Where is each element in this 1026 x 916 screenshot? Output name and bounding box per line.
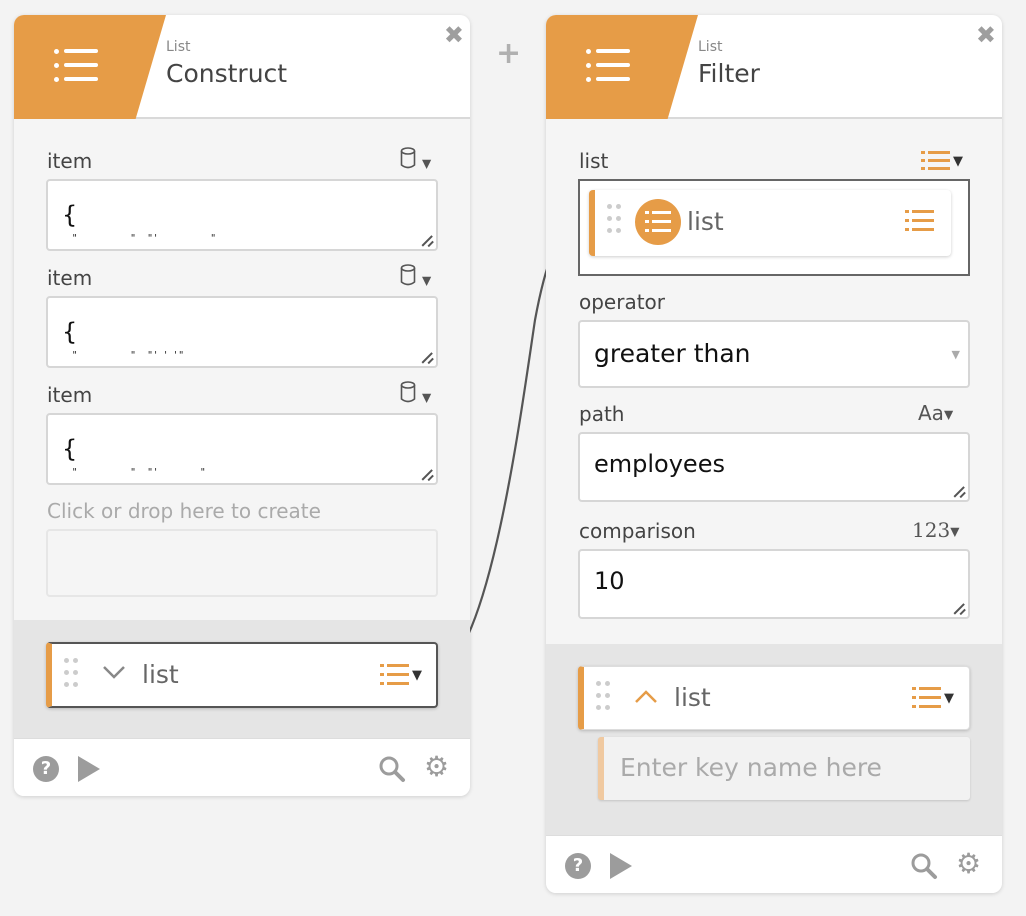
play-icon[interactable] [78, 756, 100, 782]
database-icon[interactable]: ▼ [400, 264, 431, 291]
plus-icon[interactable]: + [496, 36, 521, 71]
search-icon[interactable] [378, 755, 406, 783]
resize-handle[interactable] [421, 351, 433, 363]
item-field[interactable]: { " " "' " [46, 179, 438, 251]
resize-handle[interactable] [421, 234, 433, 246]
chevron-down-icon[interactable]: ▼ [944, 691, 954, 706]
list-input-slot[interactable]: list [578, 179, 970, 276]
chevron-up-icon[interactable] [634, 689, 658, 705]
card-category: List [698, 39, 723, 55]
drag-handle-icon[interactable] [64, 658, 80, 692]
output-pill[interactable]: list ▼ [578, 666, 970, 730]
database-icon[interactable]: ▼ [400, 147, 431, 174]
drop-hint: Click or drop here to create [47, 499, 321, 523]
card-header: List Filter ✖ [546, 15, 1002, 119]
construct-card: List Construct ✖ item ▼ { " " "' " item … [14, 15, 470, 796]
resize-handle[interactable] [953, 602, 965, 614]
search-icon[interactable] [910, 852, 938, 880]
resize-handle[interactable] [953, 485, 965, 497]
output-label: list [674, 683, 711, 712]
list-icon [584, 47, 632, 85]
help-icon[interactable]: ? [565, 853, 591, 879]
chevron-down-icon[interactable]: ▼ [412, 668, 422, 683]
card-title: Filter [698, 59, 760, 88]
item-label: item [47, 383, 93, 407]
database-icon[interactable]: ▼ [400, 381, 431, 408]
close-icon[interactable]: ✖ [976, 21, 996, 49]
close-icon[interactable]: ✖ [444, 21, 464, 49]
drag-handle-icon[interactable] [607, 204, 623, 238]
item-label: item [47, 266, 93, 290]
list-chip-label: list [687, 207, 724, 236]
text-type-toggle[interactable]: Aa▼ [918, 401, 953, 425]
chevron-down-icon[interactable]: ▼ [953, 154, 963, 169]
item-field[interactable]: { " " "' ' '" [46, 296, 438, 368]
path-field[interactable]: employees [578, 432, 970, 502]
number-type-toggle[interactable]: 123▼ [912, 518, 959, 542]
help-icon[interactable]: ? [33, 756, 59, 782]
operator-select[interactable]: greater than ▼ [578, 320, 970, 388]
output-pill[interactable]: list ▼ [46, 642, 438, 708]
play-icon[interactable] [610, 853, 632, 879]
output-zone: list ▼ [14, 620, 470, 738]
operator-label: operator [579, 290, 666, 314]
list-type-icon[interactable] [380, 664, 410, 686]
key-name-input[interactable] [620, 749, 960, 785]
key-name-field[interactable] [598, 737, 970, 800]
comparison-label: comparison [579, 519, 696, 543]
path-label: path [579, 402, 625, 426]
drop-zone[interactable] [46, 529, 438, 597]
output-label: list [142, 660, 179, 689]
drag-handle-icon[interactable] [596, 681, 612, 715]
list-icon [52, 47, 100, 85]
resize-handle[interactable] [421, 468, 433, 480]
card-category: List [166, 39, 191, 55]
filter-card: List Filter ✖ list ▼ list operator great… [546, 15, 1002, 893]
card-header: List Construct ✖ [14, 15, 470, 119]
card-footer: ? ⚙ [546, 835, 1002, 893]
list-chip[interactable]: list [589, 190, 951, 256]
item-field[interactable]: { " " "' " [46, 413, 438, 485]
list-label: list [579, 149, 609, 173]
list-type-icon[interactable] [912, 687, 942, 709]
card-footer: ? ⚙ [14, 738, 470, 796]
gear-icon[interactable]: ⚙ [424, 753, 449, 781]
chevron-down-icon[interactable] [102, 664, 126, 680]
list-type-icon [905, 210, 935, 232]
item-label: item [47, 149, 93, 173]
chevron-down-icon: ▼ [951, 348, 960, 361]
comparison-field[interactable]: 10 [578, 549, 970, 619]
card-title: Construct [166, 59, 288, 88]
gear-icon[interactable]: ⚙ [956, 850, 981, 878]
list-icon [635, 199, 681, 245]
list-type-icon[interactable] [921, 151, 951, 173]
